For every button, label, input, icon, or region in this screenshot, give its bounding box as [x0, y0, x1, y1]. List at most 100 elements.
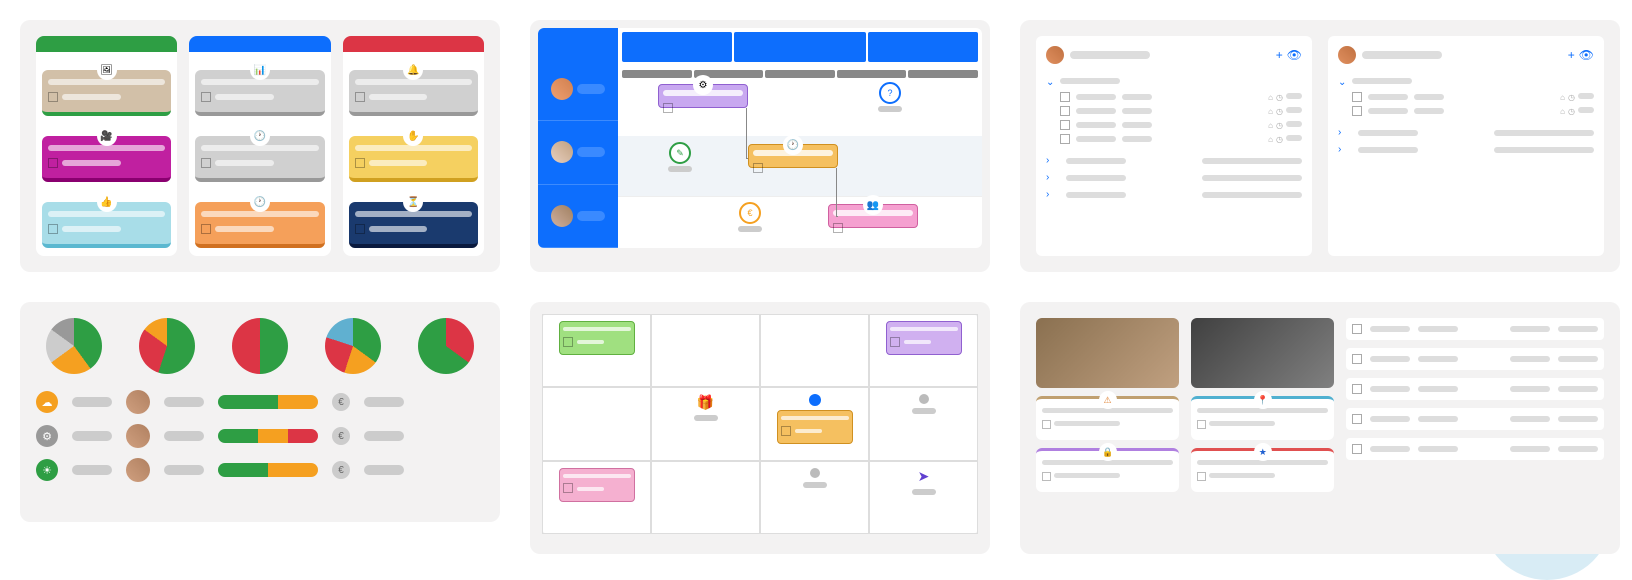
timeline-bar[interactable]: 👥: [828, 204, 918, 228]
calendar-cell[interactable]: [542, 387, 651, 460]
calendar-cell[interactable]: [760, 461, 869, 534]
kanban-card[interactable]: 🕐: [195, 136, 324, 182]
calendar-cell[interactable]: [542, 461, 651, 534]
info-card[interactable]: ⚠: [1036, 396, 1179, 440]
kanban-card[interactable]: ⏳: [349, 202, 478, 248]
calendar-cell[interactable]: [869, 314, 978, 387]
timeline-bar[interactable]: 🕐: [748, 144, 838, 168]
bell-icon: 🔔: [403, 60, 423, 80]
kanban-card[interactable]: 👍: [42, 202, 171, 248]
info-card[interactable]: 📍: [1191, 396, 1334, 440]
gear-icon: ⚙: [693, 75, 713, 95]
visibility-toggle[interactable]: 👁: [1579, 48, 1594, 62]
kanban-column[interactable]: 🔔 ✋ ⏳: [343, 36, 484, 256]
calendar-cell[interactable]: [542, 314, 651, 387]
list-item[interactable]: ⌂◷: [1338, 90, 1594, 104]
checkbox[interactable]: [1060, 92, 1070, 102]
checkbox[interactable]: [1060, 134, 1070, 144]
calendar-cell[interactable]: ➤: [869, 461, 978, 534]
checkbox[interactable]: [1352, 354, 1362, 364]
milestone[interactable]: ✎: [668, 142, 692, 172]
avatar: [551, 205, 573, 227]
checkbox[interactable]: [1352, 414, 1362, 424]
checkbox[interactable]: [1352, 324, 1362, 334]
chevron-down-icon[interactable]: ⌄: [1338, 77, 1348, 88]
kanban-card[interactable]: 🖼: [42, 70, 171, 116]
calendar-cell[interactable]: [651, 461, 760, 534]
list-group-collapsed[interactable]: ›: [1046, 186, 1302, 203]
milestone[interactable]: ?: [878, 82, 902, 112]
kanban-column[interactable]: 🖼 🎥 👍: [36, 36, 177, 256]
checkbox[interactable]: [1352, 384, 1362, 394]
milestone[interactable]: €: [738, 202, 762, 232]
summary-item[interactable]: [1346, 318, 1604, 340]
timeline-bar[interactable]: ⚙: [658, 84, 748, 108]
home-icon: ⌂: [1268, 121, 1273, 130]
list-column: + 👁 ⌄ ⌂◷⌂◷ › ›: [1328, 36, 1604, 256]
clock-icon: ◷: [1276, 93, 1283, 102]
hand-icon: ✋: [403, 126, 423, 146]
timeline-user-row[interactable]: [538, 58, 618, 121]
summary-item[interactable]: [1346, 348, 1604, 370]
metric-row: ⚙€: [36, 424, 484, 448]
clock-icon: 🕐: [250, 192, 270, 212]
calendar-event[interactable]: [559, 321, 635, 355]
timeline-user-row[interactable]: [538, 121, 618, 184]
calendar-cell[interactable]: [760, 314, 869, 387]
calendar-event[interactable]: [777, 410, 853, 444]
avatar: [126, 424, 150, 448]
list-group-collapsed[interactable]: ›: [1046, 152, 1302, 169]
kanban-card[interactable]: 📊: [195, 70, 324, 116]
add-button[interactable]: +: [1568, 48, 1575, 62]
kanban-card[interactable]: 🎥: [42, 136, 171, 182]
calendar-cell[interactable]: [869, 387, 978, 460]
checkbox[interactable]: [1060, 120, 1070, 130]
calendar-event[interactable]: [559, 468, 635, 502]
checkbox[interactable]: [1352, 444, 1362, 454]
calendar-cell[interactable]: 🎁: [651, 387, 760, 460]
calendar-cell[interactable]: [760, 387, 869, 460]
list-group-collapsed[interactable]: ›: [1338, 141, 1594, 158]
checkbox[interactable]: [1060, 106, 1070, 116]
pie-chart[interactable]: [325, 318, 381, 374]
timeline-user-row[interactable]: [538, 185, 618, 248]
currency-badge: €: [332, 461, 350, 479]
summary-item[interactable]: [1346, 408, 1604, 430]
pin-icon: 📍: [1254, 391, 1272, 409]
checkbox[interactable]: [1352, 92, 1362, 102]
visibility-toggle[interactable]: 👁: [1287, 48, 1302, 62]
summary-item[interactable]: [1346, 378, 1604, 400]
info-card[interactable]: 🔒: [1036, 448, 1179, 492]
list-item[interactable]: ⌂◷: [1046, 132, 1302, 146]
calendar-event[interactable]: [886, 321, 962, 355]
checkbox[interactable]: [1352, 106, 1362, 116]
pie-chart[interactable]: [418, 318, 474, 374]
list-item[interactable]: ⌂◷: [1046, 90, 1302, 104]
clock-icon: 🕐: [783, 135, 803, 155]
pie-chart[interactable]: [139, 318, 195, 374]
list-group-collapsed[interactable]: ›: [1046, 169, 1302, 186]
chevron-right-icon: ›: [1338, 127, 1348, 138]
chart-icon: 📊: [250, 60, 270, 80]
chevron-down-icon[interactable]: ⌄: [1046, 77, 1056, 88]
pie-chart[interactable]: [46, 318, 102, 374]
list-group-collapsed[interactable]: ›: [1338, 124, 1594, 141]
video-icon: 🎥: [97, 126, 117, 146]
progress-bar: [218, 395, 318, 409]
home-icon: ⌂: [1268, 135, 1273, 144]
hourglass-icon: ⏳: [403, 192, 423, 212]
kanban-card[interactable]: 🕐: [195, 202, 324, 248]
kanban-column[interactable]: 📊🕐🕐: [189, 36, 330, 256]
metric-row: ☀€: [36, 458, 484, 482]
list-item[interactable]: ⌂◷: [1046, 104, 1302, 118]
kanban-card[interactable]: 🔔: [349, 70, 478, 116]
calendar-cell[interactable]: [651, 314, 760, 387]
kanban-card[interactable]: ✋: [349, 136, 478, 182]
summary-item[interactable]: [1346, 438, 1604, 460]
add-button[interactable]: +: [1276, 48, 1283, 62]
list-item[interactable]: ⌂◷: [1338, 104, 1594, 118]
pie-chart[interactable]: [232, 318, 288, 374]
info-card[interactable]: ★: [1191, 448, 1334, 492]
event-dot: [810, 468, 820, 478]
list-item[interactable]: ⌂◷: [1046, 118, 1302, 132]
